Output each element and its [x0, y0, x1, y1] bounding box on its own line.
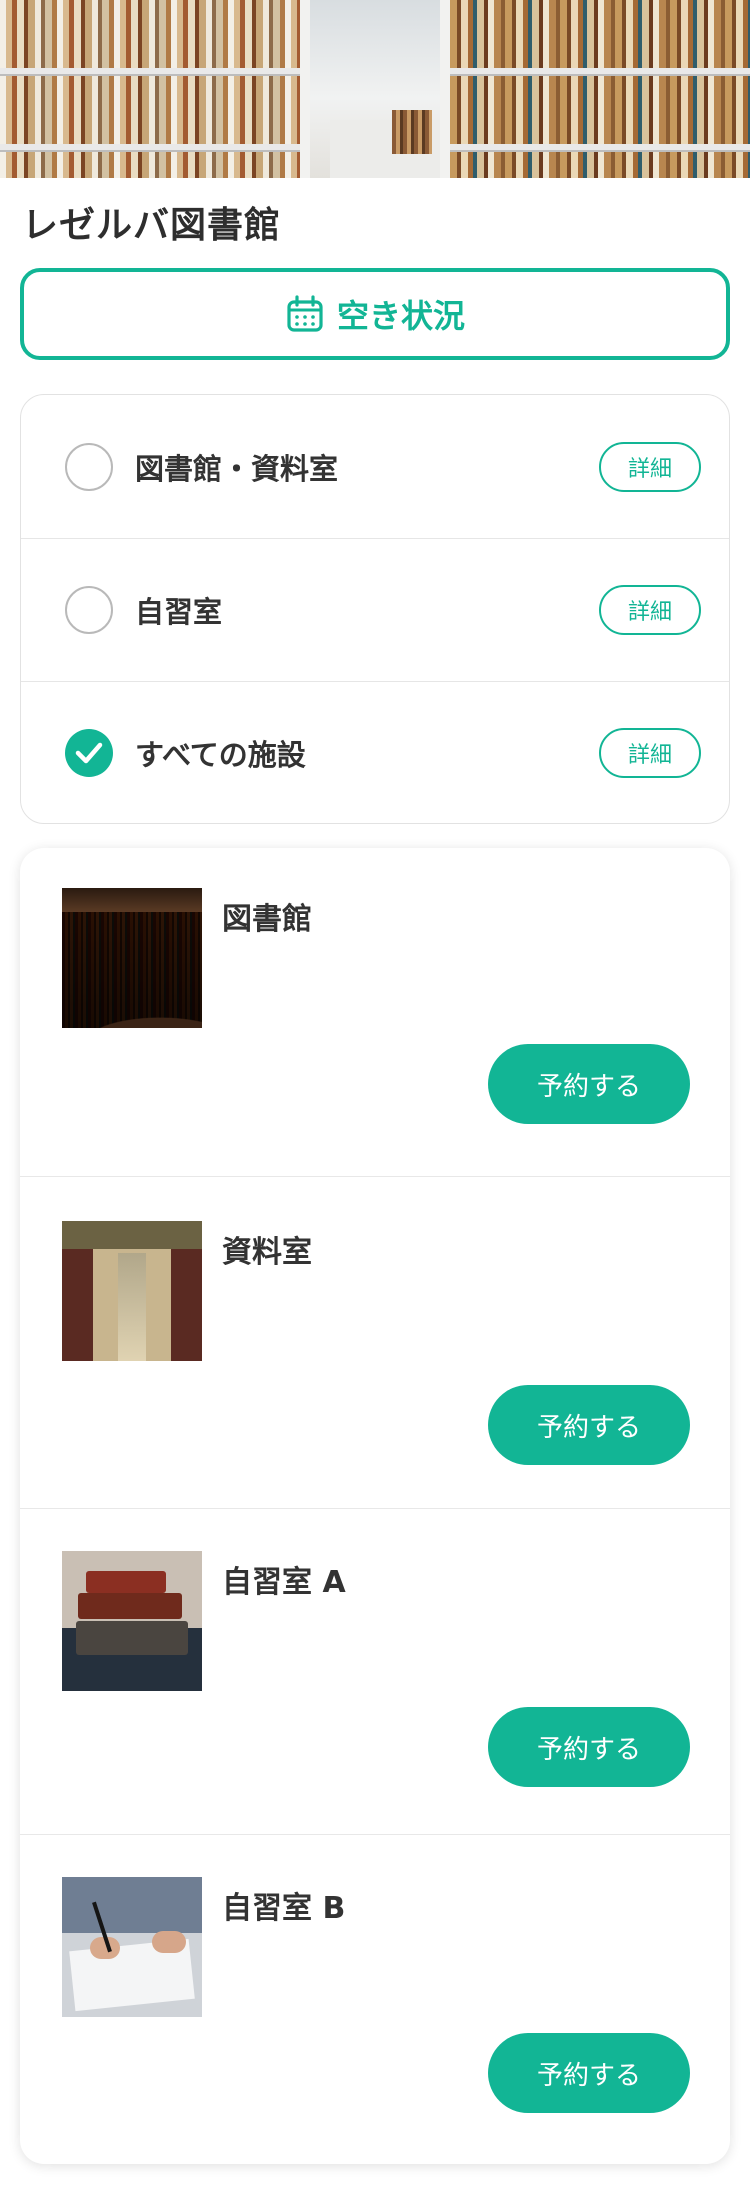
availability-button[interactable]: 空き状況: [20, 268, 730, 360]
facility-item-archive: 資料室 予約する: [20, 1176, 730, 1508]
filter-label: 自習室: [135, 595, 223, 629]
filter-option-library-archive[interactable]: 図書館・資料室 詳細: [21, 395, 729, 538]
checkmark-icon: [75, 742, 103, 764]
book: [76, 1621, 188, 1655]
reading-room-photo: [62, 1221, 202, 1361]
bookshelf-left: [0, 0, 300, 178]
facility-item-library: 図書館 予約する: [20, 848, 730, 1176]
filter-label: すべての施設: [135, 738, 306, 772]
facility-name: 自習室 A: [222, 1565, 346, 1600]
shelf-pillar: [300, 0, 310, 178]
reserve-button[interactable]: 予約する: [488, 1707, 690, 1787]
filter-label: 図書館・資料室: [135, 451, 339, 486]
calendar-icon: [285, 294, 325, 334]
reserve-button[interactable]: 予約する: [488, 1044, 690, 1124]
filter-option-study-room[interactable]: 自習室 詳細: [21, 538, 729, 681]
aisle-shelf: [392, 110, 432, 154]
radio-unchecked-icon[interactable]: [65, 442, 113, 491]
library-bookshelves-photo: [62, 888, 202, 1028]
availability-label: 空き状況: [336, 297, 465, 335]
detail-button[interactable]: 詳細: [599, 441, 701, 492]
stacked-books-photo: [62, 1551, 202, 1691]
radio-checked-icon[interactable]: [65, 729, 113, 777]
facility-item-study-room-a: 自習室 A 予約する: [20, 1508, 730, 1834]
facility-name: 自習室 B: [222, 1891, 346, 1926]
facility-name: 資料室: [222, 1235, 312, 1270]
facility-item-study-room-b: 自習室 B 予約する: [20, 1834, 730, 2164]
shelf-pillar: [440, 0, 450, 178]
hand: [152, 1931, 186, 1953]
hero-image: [0, 0, 750, 178]
radio-unchecked-icon[interactable]: [65, 586, 113, 634]
detail-button[interactable]: 詳細: [599, 585, 701, 635]
detail-button[interactable]: 詳細: [599, 728, 701, 778]
book: [78, 1593, 182, 1619]
page-title: レゼルバ図書館: [22, 205, 282, 246]
facility-list: 図書館 予約する 資料室 予約する 自習室 A 予約する 自習室 B 予約する: [20, 848, 730, 2164]
facility-name: 図書館: [222, 902, 312, 937]
reserve-button[interactable]: 予約する: [488, 2033, 690, 2113]
reserve-button[interactable]: 予約する: [488, 1385, 690, 1465]
facility-filter-list: 図書館・資料室 詳細 自習室 詳細 すべての施設 詳細: [20, 394, 730, 824]
writing-hand-photo: [62, 1877, 202, 2017]
book: [86, 1571, 166, 1593]
bookshelf-right: [450, 0, 750, 178]
filter-option-all-facilities[interactable]: すべての施設 詳細: [21, 681, 729, 823]
